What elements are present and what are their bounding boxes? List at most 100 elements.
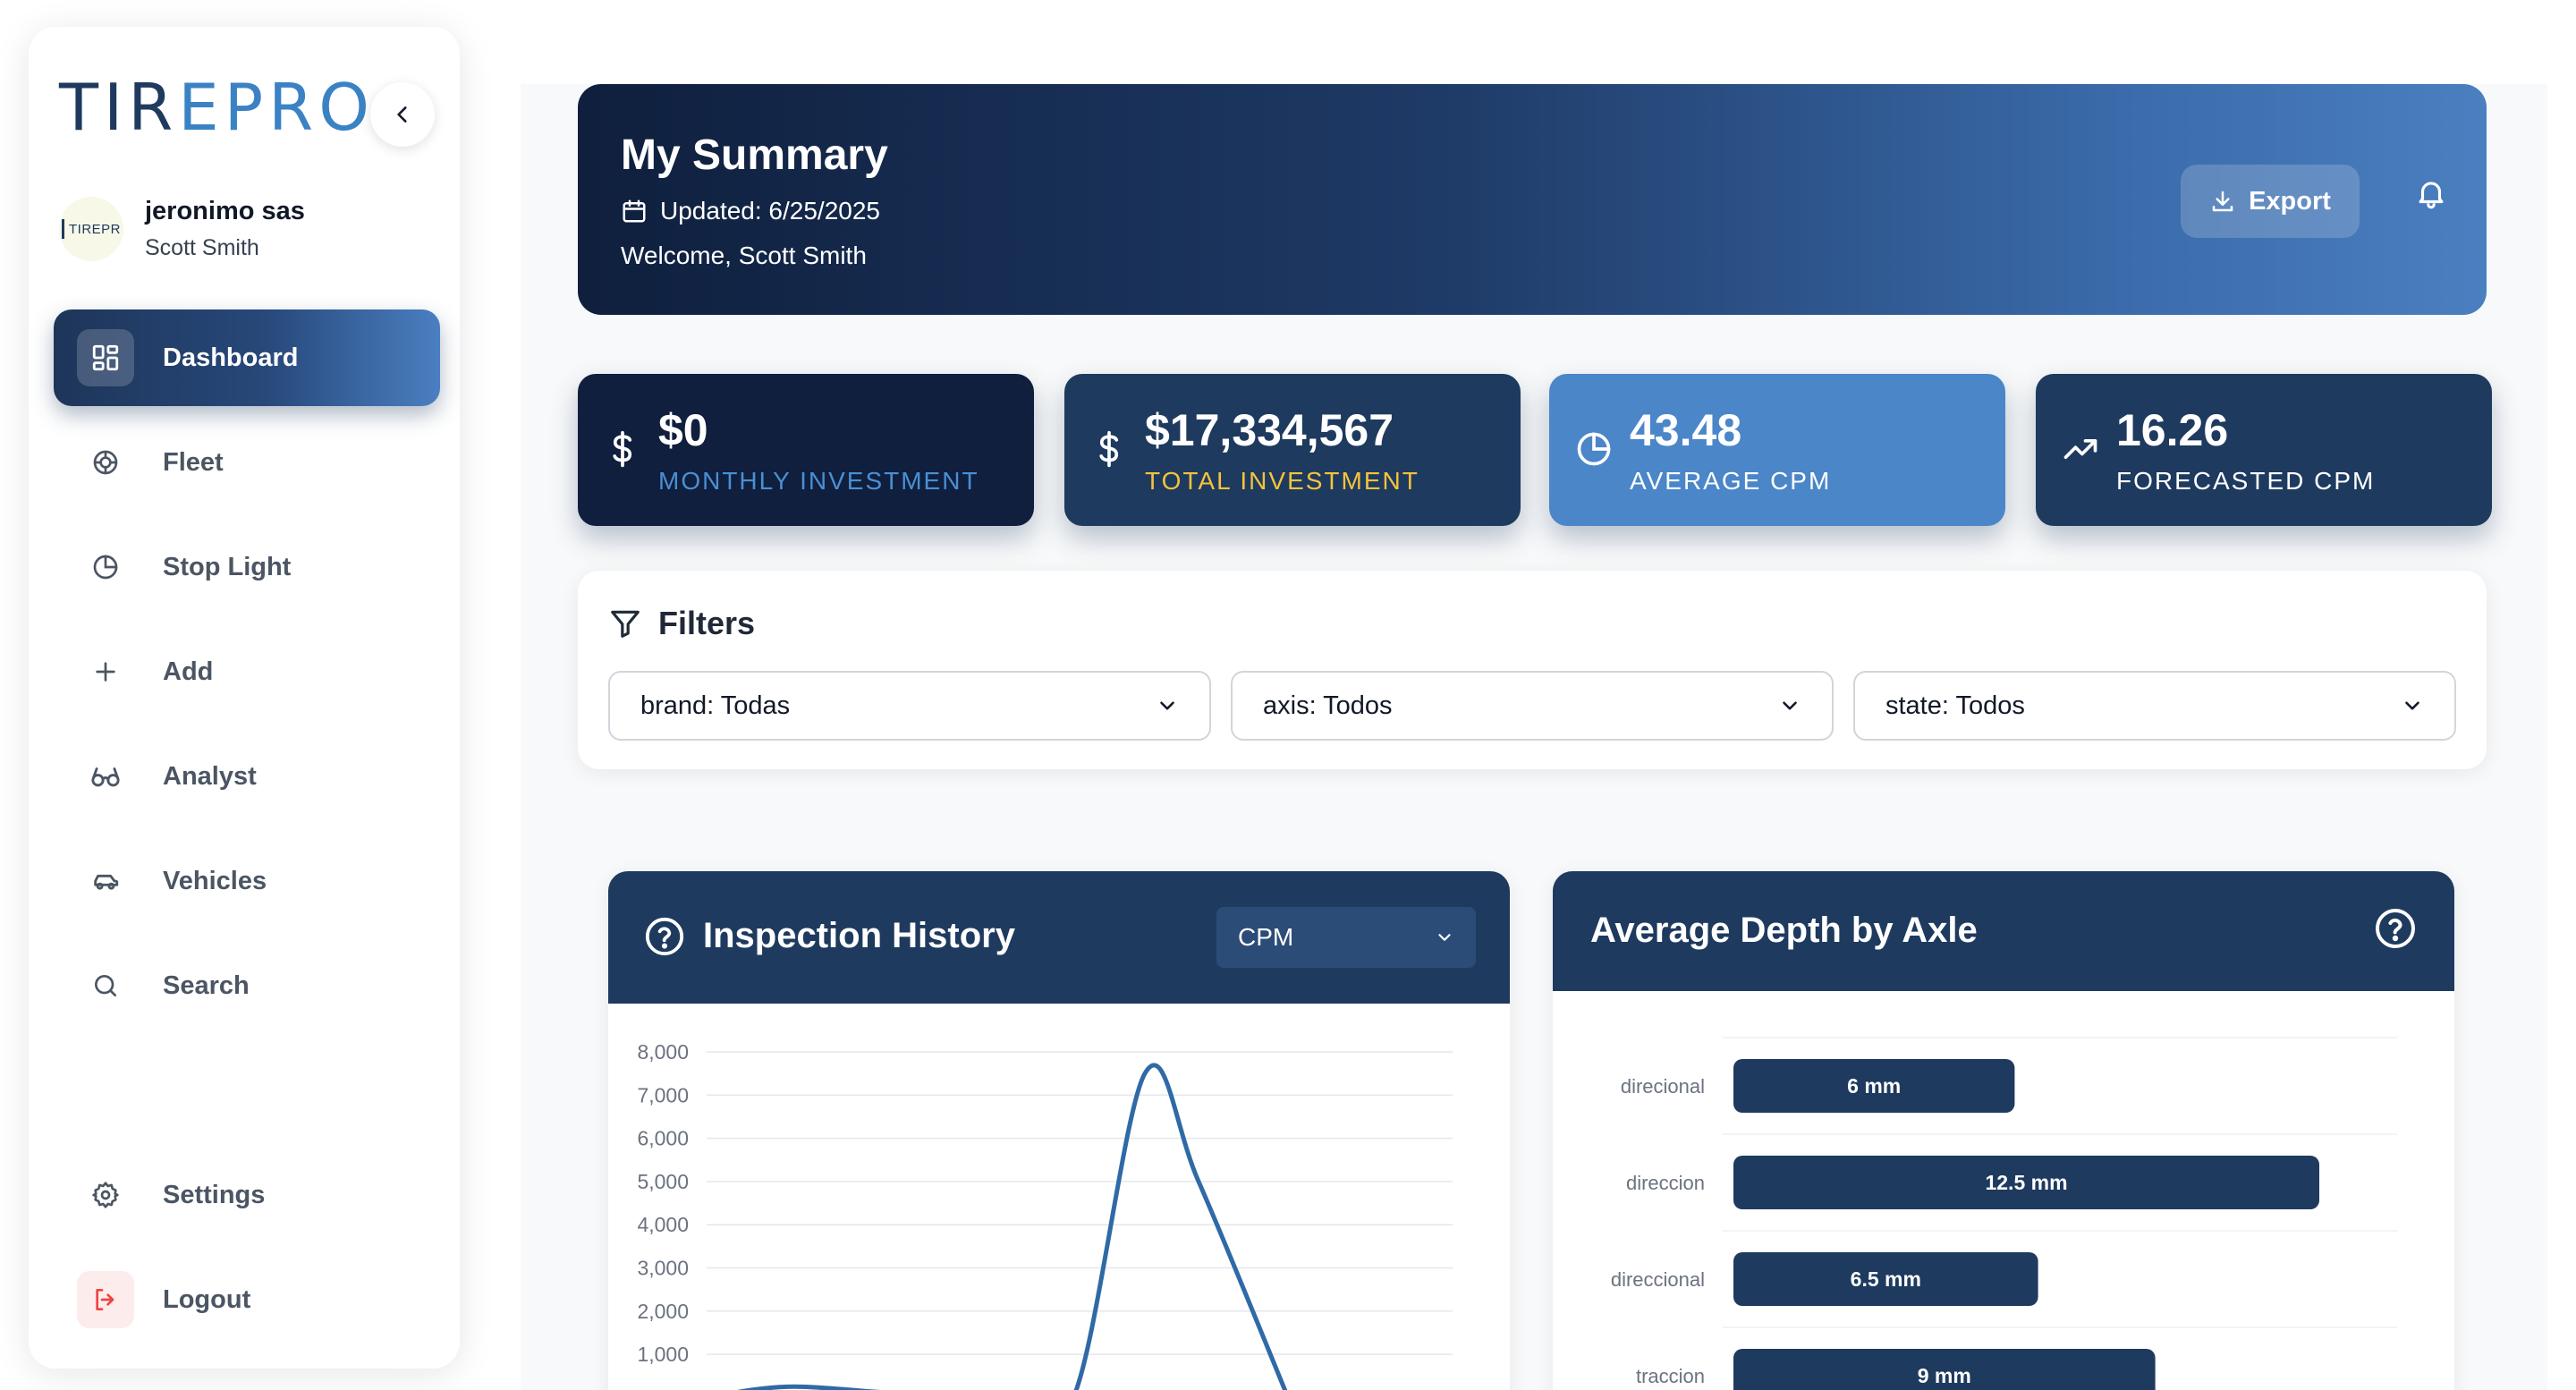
sidebar-item-label: Add: [163, 657, 214, 686]
state-filter-select[interactable]: state: Todos: [1853, 671, 2456, 741]
average-depth-title: Average Depth by Axle: [1590, 911, 1978, 950]
stat-value: $17,334,567: [1145, 405, 1394, 455]
sidebar-item-vehicles[interactable]: Vehicles: [54, 833, 440, 929]
sidebar-item-logout[interactable]: Logout: [54, 1251, 440, 1348]
sidebar-item-label: Fleet: [163, 447, 224, 477]
state-filter-value: state: Todos: [1885, 691, 2025, 720]
logout-icon: [77, 1271, 134, 1328]
metric-select-value: CPM: [1238, 923, 1294, 951]
help-circle-icon[interactable]: [644, 916, 685, 957]
stat-value: $0: [658, 405, 708, 455]
inspection-history-title: Inspection History: [703, 916, 1015, 955]
updated-text: Updated: 6/25/2025: [660, 197, 880, 225]
sidebar-item-stop-light[interactable]: Stop Light: [54, 519, 440, 615]
chevron-down-icon: [1156, 694, 1179, 717]
chevron-down-icon: [1778, 694, 1801, 717]
bar-value-label: 6 mm: [1847, 1074, 1901, 1098]
sidebar-item-search[interactable]: Search: [54, 937, 440, 1034]
sidebar-item-analyst[interactable]: Analyst: [54, 728, 440, 825]
stat-label: MONTHLY INVESTMENT: [658, 467, 979, 495]
inspection-history-card: Inspection History CPM 8,000 7,000 6,000 5,…: [608, 871, 1510, 1390]
inspection-history-header: Inspection History CPM: [608, 871, 1510, 1004]
stat-value: 43.48: [1630, 405, 1742, 455]
brand-filter-select[interactable]: brand: Todas: [608, 671, 1211, 741]
logo-text-dark: TIR: [59, 70, 179, 145]
y-tick-label: 7,000: [637, 1083, 689, 1106]
y-tick-label: 3,000: [637, 1257, 689, 1280]
logo-text-blue: EPRO: [178, 70, 375, 145]
user-profile: TIREPR jeronimo sas Scott Smith: [59, 197, 305, 261]
sidebar-item-label: Analyst: [163, 761, 257, 791]
stat-label: TOTAL INVESTMENT: [1145, 467, 1419, 495]
category-label: direccion: [1626, 1172, 1705, 1194]
sidebar-item-settings[interactable]: Settings: [54, 1147, 440, 1243]
car-icon: [77, 852, 134, 910]
sidebar-item-label: Dashboard: [163, 343, 299, 372]
user-name: Scott Smith: [145, 235, 259, 260]
sidebar-item-label: Search: [163, 970, 250, 1000]
filter-icon: [608, 606, 642, 640]
tirepro-logo: TIR EPRO: [59, 75, 375, 140]
help-circle-icon[interactable]: [2374, 907, 2417, 950]
calendar-icon: [621, 198, 648, 225]
sidebar: TIR EPRO TIREPR jeronimo sas Scott Smith …: [29, 27, 460, 1369]
download-icon: [2209, 188, 2236, 215]
average-depth-chart: direcional 6 mm direccion 12.5 mm direcciona…: [1611, 1037, 2397, 1390]
sidebar-item-label: Settings: [163, 1180, 266, 1209]
search-icon: [77, 957, 134, 1014]
bell-icon: [2414, 176, 2448, 210]
dollar-icon: [1089, 429, 1129, 469]
y-tick-label: 8,000: [637, 1040, 689, 1064]
metric-select[interactable]: CPM: [1216, 907, 1476, 968]
export-label: Export: [2249, 186, 2331, 216]
filters-panel: Filters brand: Todas axis: Todos state: …: [578, 571, 2487, 769]
filters-title: Filters: [608, 605, 755, 642]
dashboard-grid-icon: [77, 329, 134, 386]
y-tick-label: 4,000: [637, 1213, 689, 1236]
sidebar-item-label: Stop Light: [163, 552, 292, 581]
export-button[interactable]: Export: [2181, 165, 2360, 238]
summary-header: My Summary Updated: 6/25/2025 Welcome, S…: [578, 84, 2487, 315]
collapse-sidebar-button[interactable]: [370, 82, 435, 147]
axis-filter-value: axis: Todos: [1263, 691, 1393, 720]
pie-chart-icon: [1574, 429, 1614, 469]
bar-value-label: 12.5 mm: [1985, 1171, 2067, 1194]
chevron-left-icon: [391, 103, 414, 126]
series-line: [736, 1063, 1288, 1390]
filters-title-text: Filters: [658, 605, 756, 641]
stat-label: FORECASTED CPM: [2116, 467, 2376, 495]
company-name: jeronimo sas: [145, 197, 305, 225]
axis-filter-select[interactable]: axis: Todos: [1231, 671, 1834, 741]
stat-card-total-investment: $17,334,567 TOTAL INVESTMENT: [1064, 374, 1521, 526]
brand-filter-value: brand: Todas: [640, 691, 791, 720]
sidebar-item-dashboard[interactable]: Dashboard: [54, 309, 440, 406]
avatar: TIREPR: [59, 197, 123, 261]
stat-card-monthly-investment: $0 MONTHLY INVESTMENT: [578, 374, 1034, 526]
inspection-history-chart: 8,000 7,000 6,000 5,000 4,000 3,000 2,000 1,000: [637, 1040, 1453, 1390]
y-tick-label: 5,000: [637, 1170, 689, 1193]
bar-value-label: 9 mm: [1918, 1364, 1971, 1387]
dollar-icon: [603, 429, 642, 469]
average-depth-card: Average Depth by Axle direcional 6 mm dire…: [1553, 871, 2454, 1390]
notifications-button[interactable]: [2402, 165, 2460, 222]
welcome-text: Welcome, Scott Smith: [621, 242, 867, 269]
category-label: direcional: [1621, 1075, 1705, 1098]
sidebar-item-fleet[interactable]: Fleet: [54, 414, 440, 511]
average-depth-header: Average Depth by Axle: [1553, 871, 2454, 991]
y-tick-label: 6,000: [637, 1127, 689, 1150]
stat-value: 16.26: [2116, 405, 2229, 455]
chevron-down-icon: [1435, 928, 1454, 947]
chevron-down-icon: [2401, 694, 2424, 717]
glasses-icon: [77, 748, 134, 805]
stat-card-forecasted-cpm: 16.26 FORECASTED CPM: [2036, 374, 2492, 526]
plus-icon: [77, 643, 134, 700]
trending-up-icon: [2061, 429, 2100, 469]
sidebar-item-label: Vehicles: [163, 866, 267, 895]
avatar-text: TIREPR: [68, 221, 121, 237]
stat-card-average-cpm: 43.48 AVERAGE CPM: [1549, 374, 2005, 526]
gear-icon: [77, 1166, 134, 1224]
category-label: traccion: [1636, 1365, 1705, 1387]
tire-icon: [77, 434, 134, 491]
sidebar-item-label: Logout: [163, 1284, 251, 1314]
sidebar-item-add[interactable]: Add: [54, 623, 440, 720]
